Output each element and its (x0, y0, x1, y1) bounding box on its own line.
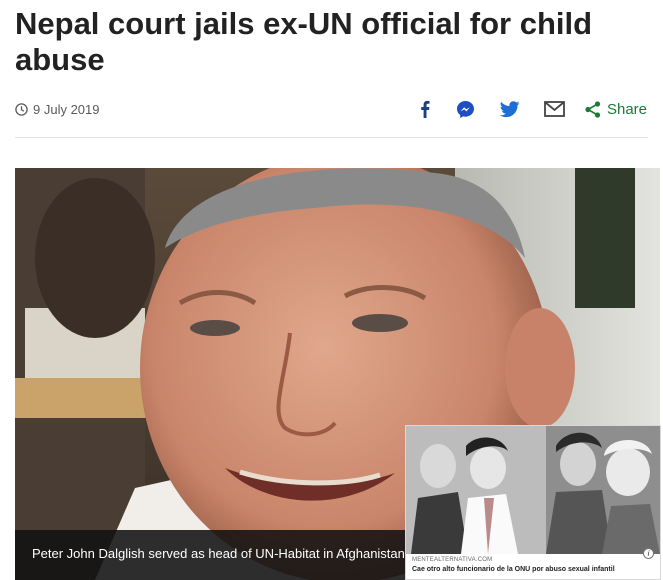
date-text: 9 July 2019 (33, 101, 100, 117)
ad-photo (406, 426, 660, 554)
article-meta: 9 July 2019 Share (15, 96, 655, 122)
article-headline: Nepal court jails ex-UN official for chi… (15, 6, 593, 77)
clock-icon (15, 102, 28, 116)
ad-source: MENTEALTERNATIVA.COM (412, 557, 493, 563)
twitter-icon[interactable] (499, 100, 520, 118)
share-label: Share (606, 100, 647, 118)
facebook-icon[interactable] (420, 100, 430, 118)
sponsored-ad[interactable]: i MENTEALTERNATIVA.COM Cae otro alto fun… (405, 425, 661, 580)
messenger-icon[interactable] (456, 100, 475, 119)
share-icon (585, 100, 601, 118)
share-bar: Share (420, 96, 647, 122)
email-icon[interactable] (544, 101, 565, 117)
image-caption: Peter John Dalglish served as head of UN… (15, 530, 407, 580)
article-date: 9 July 2019 (15, 102, 100, 117)
header-divider (15, 137, 648, 138)
ad-headline[interactable]: Cae otro alto funcionario de la ONU por … (412, 566, 615, 573)
share-button[interactable]: Share (585, 101, 647, 118)
ad-info-icon[interactable]: i (643, 548, 654, 559)
